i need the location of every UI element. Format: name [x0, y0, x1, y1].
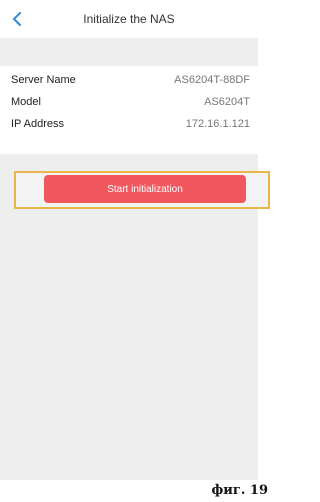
- back-button[interactable]: [6, 8, 28, 30]
- list-item: IP Address 172.16.1.121: [0, 113, 258, 135]
- model-label: Model: [11, 96, 41, 108]
- model-value: AS6204T: [204, 96, 250, 108]
- start-highlight-box: Start initialization: [14, 171, 270, 209]
- top-bar: Initialize the NAS: [0, 0, 258, 38]
- list-item: Model AS6204T: [0, 91, 258, 113]
- app-screen: Initialize the NAS Server Name AS6204T-8…: [0, 0, 258, 480]
- nas-info-list: Server Name AS6204T-88DF Model AS6204T I…: [0, 66, 258, 154]
- figure-caption: фиг. 19: [211, 483, 268, 498]
- ip-address-label: IP Address: [11, 118, 64, 130]
- server-name-label: Server Name: [11, 74, 76, 86]
- start-initialization-button[interactable]: Start initialization: [44, 175, 246, 203]
- chevron-left-icon: [12, 12, 22, 26]
- page-title: Initialize the NAS: [83, 12, 175, 26]
- ip-address-value: 172.16.1.121: [185, 118, 250, 130]
- server-name-value: AS6204T-88DF: [174, 74, 250, 86]
- list-item: Server Name AS6204T-88DF: [0, 69, 258, 91]
